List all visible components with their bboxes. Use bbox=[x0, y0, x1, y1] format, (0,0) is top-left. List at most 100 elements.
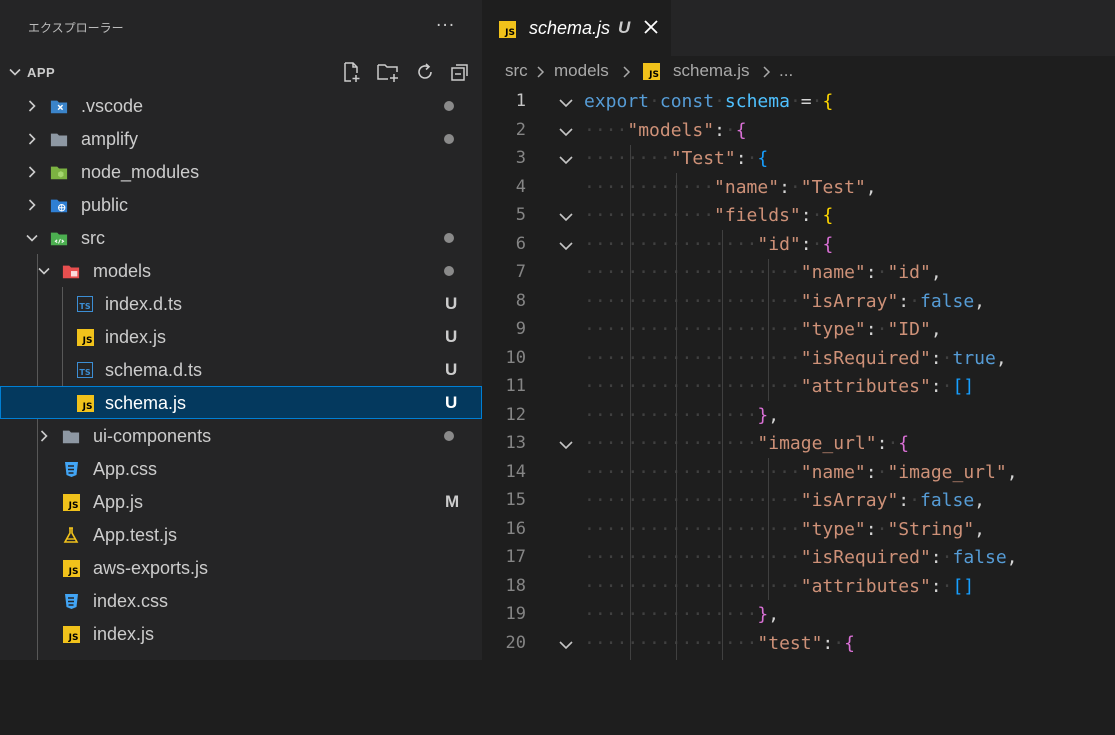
breadcrumb-item-src[interactable]: src bbox=[505, 61, 528, 81]
explorer-title: エクスプローラー bbox=[28, 21, 124, 35]
code-line: 12 ················}, bbox=[482, 402, 1115, 431]
javascript-file-icon: JS bbox=[62, 493, 80, 511]
status-dot bbox=[444, 266, 454, 276]
tree-item-label: .vscode bbox=[81, 96, 144, 116]
code-text: ····················"attributes":·[] bbox=[584, 376, 975, 397]
line-number: 9 bbox=[515, 319, 526, 339]
breadcrumb-item-models[interactable]: models bbox=[554, 61, 609, 81]
status-dot bbox=[444, 134, 454, 144]
code-line: 3 ········"Test":·{ bbox=[482, 145, 1115, 174]
js-badge: JS bbox=[62, 559, 80, 577]
tree-item-index-js[interactable]: JS index.js U bbox=[0, 320, 482, 353]
code-line: 14 ····················"name":·"image_ur… bbox=[482, 459, 1115, 488]
code-text: ············"fields":·{ bbox=[584, 205, 834, 226]
code-text: ········"Test":·{ bbox=[584, 148, 769, 169]
code-editor[interactable]: 1 export·const·schema·=·{ 2 ····"models"… bbox=[482, 88, 1115, 660]
tree-item-models[interactable]: models bbox=[0, 254, 482, 287]
javascript-file-icon: JS bbox=[62, 625, 80, 643]
js-badge: JS bbox=[643, 63, 660, 80]
tree-item-schema-d-ts[interactable]: TS schema.d.ts U bbox=[0, 353, 482, 386]
workspace-section-header[interactable]: APP bbox=[0, 56, 482, 89]
fold-chevron-icon[interactable] bbox=[558, 211, 574, 223]
tree-item-index-css[interactable]: index.css bbox=[0, 584, 482, 617]
line-number: 6 bbox=[515, 233, 526, 254]
line-number: 17 bbox=[505, 547, 526, 567]
tree-item-ui-components[interactable]: ui-components bbox=[0, 419, 482, 452]
line-number: 16 bbox=[505, 518, 526, 539]
breadcrumb-item-symbol[interactable]: ... bbox=[779, 61, 793, 81]
code-text: ················"image_url":·{ bbox=[584, 433, 910, 454]
fold-chevron-icon[interactable] bbox=[558, 240, 574, 252]
js-badge: JS bbox=[499, 21, 516, 38]
more-actions-icon[interactable]: ··· bbox=[436, 16, 455, 36]
breadcrumb: src models JS schema.js ... bbox=[482, 56, 1115, 88]
code-text: ················}, bbox=[584, 404, 780, 426]
tree-item-label: models bbox=[93, 261, 152, 281]
code-text: ····················"type":·"ID", bbox=[584, 319, 942, 340]
code-text: ····················"type":·"String", bbox=[584, 518, 986, 540]
code-line: 5 ············"fields":·{ bbox=[482, 202, 1115, 231]
close-icon[interactable] bbox=[642, 18, 660, 36]
code-line: 18 ····················"attributes":·[] bbox=[482, 573, 1115, 602]
tree-item-label: node_modules bbox=[81, 162, 200, 182]
chevron-right-icon bbox=[623, 66, 631, 78]
tree-item-aws-exports-js[interactable]: JS aws-exports.js bbox=[0, 551, 482, 584]
tree-item-public[interactable]: public bbox=[0, 188, 482, 221]
line-number: 18 bbox=[505, 575, 526, 596]
new-file-icon[interactable] bbox=[339, 60, 363, 84]
chevron-down-icon bbox=[38, 267, 50, 275]
tree-item-index-js-root[interactable]: JS index.js bbox=[0, 617, 482, 650]
folder-icon bbox=[62, 427, 80, 445]
tree-item-index-d-ts[interactable]: TS index.d.ts U bbox=[0, 287, 482, 320]
code-text: ····················"isArray":·false, bbox=[584, 290, 986, 312]
line-number: 3 bbox=[515, 148, 526, 168]
folder-icon bbox=[50, 130, 68, 148]
fold-chevron-icon[interactable] bbox=[558, 97, 574, 109]
code-line: 11 ····················"attributes":·[] bbox=[482, 373, 1115, 402]
js-badge: JS bbox=[62, 493, 80, 511]
collapse-all-icon[interactable] bbox=[448, 60, 472, 84]
line-number: 14 bbox=[505, 461, 526, 482]
code-text: ····················"name":·"id", bbox=[584, 262, 942, 283]
code-text: ····················"attributes":·[] bbox=[584, 575, 975, 597]
tree-item-vscode[interactable]: .vscode bbox=[0, 89, 482, 122]
workspace-title: APP bbox=[27, 65, 56, 80]
fold-chevron-icon[interactable] bbox=[558, 126, 574, 138]
new-folder-icon[interactable] bbox=[376, 60, 400, 84]
tree-item-app-js[interactable]: JS App.js M bbox=[0, 485, 482, 518]
javascript-file-icon: JS bbox=[62, 559, 80, 577]
code-text: export·const·schema·=·{ bbox=[584, 91, 834, 112]
code-line: 7 ····················"name":·"id", bbox=[482, 259, 1115, 288]
line-number: 1 bbox=[515, 91, 526, 111]
fold-chevron-icon[interactable] bbox=[558, 154, 574, 166]
tree-item-label: schema.js bbox=[105, 393, 187, 413]
code-text: ····················"isRequired":·true, bbox=[584, 347, 1007, 369]
fold-chevron-icon[interactable] bbox=[558, 639, 574, 651]
tree-item-label: index.js bbox=[93, 624, 155, 644]
code-text: ················"test":·{ bbox=[584, 632, 855, 654]
fold-chevron-icon[interactable] bbox=[558, 439, 574, 451]
tree-item-app-test-js[interactable]: App.test.js bbox=[0, 518, 482, 551]
line-number: 11 bbox=[505, 376, 526, 396]
code-text: ····················"isArray":·false, bbox=[584, 490, 986, 511]
code-text: ····················"isRequired":·false, bbox=[584, 547, 1018, 568]
tab-label: schema.js bbox=[529, 18, 611, 38]
chevron-down-icon bbox=[26, 234, 38, 242]
tree-item-label: ui-components bbox=[93, 426, 212, 446]
git-status-modified: M bbox=[445, 492, 460, 511]
chevron-right-icon bbox=[763, 66, 771, 78]
line-number: 12 bbox=[505, 404, 526, 425]
git-status-untracked: U bbox=[445, 360, 458, 379]
tree-item-app-css[interactable]: App.css bbox=[0, 452, 482, 485]
tree-item-node-modules[interactable]: node_modules bbox=[0, 155, 482, 188]
tree-item-schema-js[interactable]: JS schema.js U bbox=[0, 386, 482, 419]
breadcrumb-item-schema-js[interactable]: schema.js bbox=[673, 61, 750, 81]
js-badge: JS bbox=[76, 328, 94, 346]
tree-item-src[interactable]: src bbox=[0, 221, 482, 254]
editor-area: JS schema.js U src models JS schema.js .… bbox=[482, 0, 1115, 660]
tab-schema-js[interactable]: JS schema.js U bbox=[482, 0, 671, 56]
code-line: 4 ············"name":·"Test", bbox=[482, 174, 1115, 203]
tree-item-amplify[interactable]: amplify bbox=[0, 122, 482, 155]
code-text: ············"name":·"Test", bbox=[584, 176, 877, 198]
refresh-icon[interactable] bbox=[413, 60, 437, 84]
